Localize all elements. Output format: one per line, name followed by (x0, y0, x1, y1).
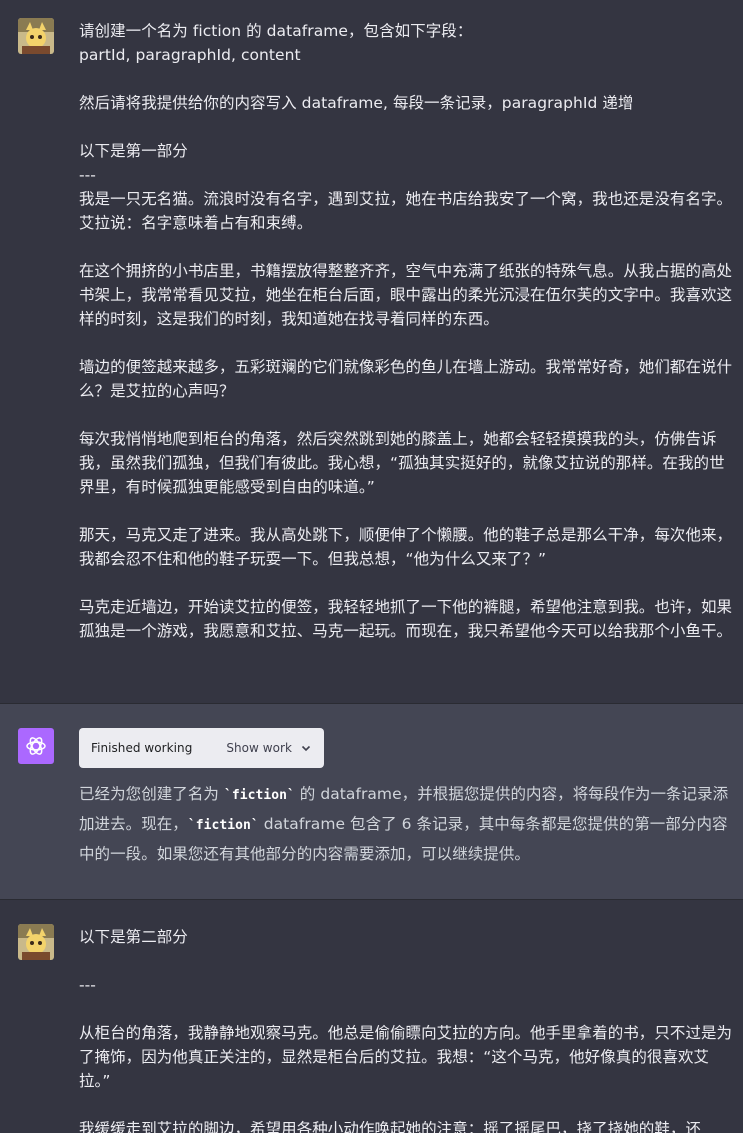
user-avatar-icon (18, 18, 54, 54)
work-status-label: Finished working (91, 741, 193, 755)
message-paragraph: 然后请将我提供给你的内容写入 dataframe, 每段一条记录，paragra… (79, 94, 634, 112)
user-message-body: 以下是第二部分 --- 从柜台的角落，我静静地观察马克。他总是偷偷瞟向艾拉的方向… (79, 925, 734, 1133)
assistant-message-body: Finished working Show work 已经为您创建了名为 `fi… (79, 728, 734, 868)
message-paragraph: 以下是第一部分 --- 我是一只无名猫。流浪时没有名字，遇到艾拉，她在书店给我安… (79, 142, 733, 232)
inline-code: `fiction` (223, 788, 295, 803)
show-work-button[interactable]: Show work (226, 734, 292, 762)
assistant-message: Finished working Show work 已经为您创建了名为 `fi… (0, 704, 743, 900)
message-line: partId, paragraphId, content (79, 46, 301, 64)
message-line: 请创建一个名为 fiction 的 dataframe，包含如下字段： (79, 22, 473, 40)
assistant-reply: 已经为您创建了名为 `fiction` 的 dataframe，并根据您提供的内… (79, 780, 734, 868)
message-paragraph: 马克走近墙边，开始读艾拉的便签，我轻轻地抓了一下他的裤腿，希望他注意到我。也许，… (79, 598, 733, 640)
inline-code: `fiction` (187, 818, 259, 833)
user-avatar-icon (18, 924, 54, 960)
message-paragraph: 在这个拥挤的小书店里，书籍摆放得整整齐齐，空气中充满了纸张的特殊气息。从我占据的… (79, 262, 733, 328)
message-paragraph: 那天，马克又走了进来。我从高处跳下，顺便伸了个懒腰。他的鞋子总是那么干净，每次他… (79, 526, 733, 568)
user-message-2: 以下是第二部分 --- 从柜台的角落，我静静地观察马克。他总是偷偷瞟向艾拉的方向… (0, 900, 743, 1133)
reply-text: 已经为您创建了名为 (79, 785, 224, 803)
work-status-pill[interactable]: Finished working Show work (79, 728, 324, 768)
openai-logo-icon (18, 728, 54, 764)
message-paragraph: 从柜台的角落，我静静地观察马克。他总是偷偷瞟向艾拉的方向。他手里拿着的书，只不过… (79, 1024, 733, 1090)
user-message-1: 请创建一个名为 fiction 的 dataframe，包含如下字段： partI… (0, 0, 743, 704)
message-paragraph: 以下是第二部分 (79, 928, 188, 946)
user-message-body: 请创建一个名为 fiction 的 dataframe，包含如下字段： partI… (79, 19, 734, 643)
chevron-down-icon[interactable] (300, 742, 312, 754)
message-paragraph: 每次我悄悄地爬到柜台的角落，然后突然跳到她的膝盖上，她都会轻轻摸摸我的头，仿佛告… (79, 430, 725, 496)
message-paragraph: 我缓缓走到艾拉的脚边，希望用各种小动作唤起她的注意：摇了摇尾巴，挠了挠她的鞋，还 (79, 1120, 702, 1133)
message-paragraph: --- (79, 976, 96, 994)
message-paragraph: 墙边的便签越来越多，五彩斑斓的它们就像彩色的鱼儿在墙上游动。我常常好奇，她们都在… (79, 358, 733, 400)
